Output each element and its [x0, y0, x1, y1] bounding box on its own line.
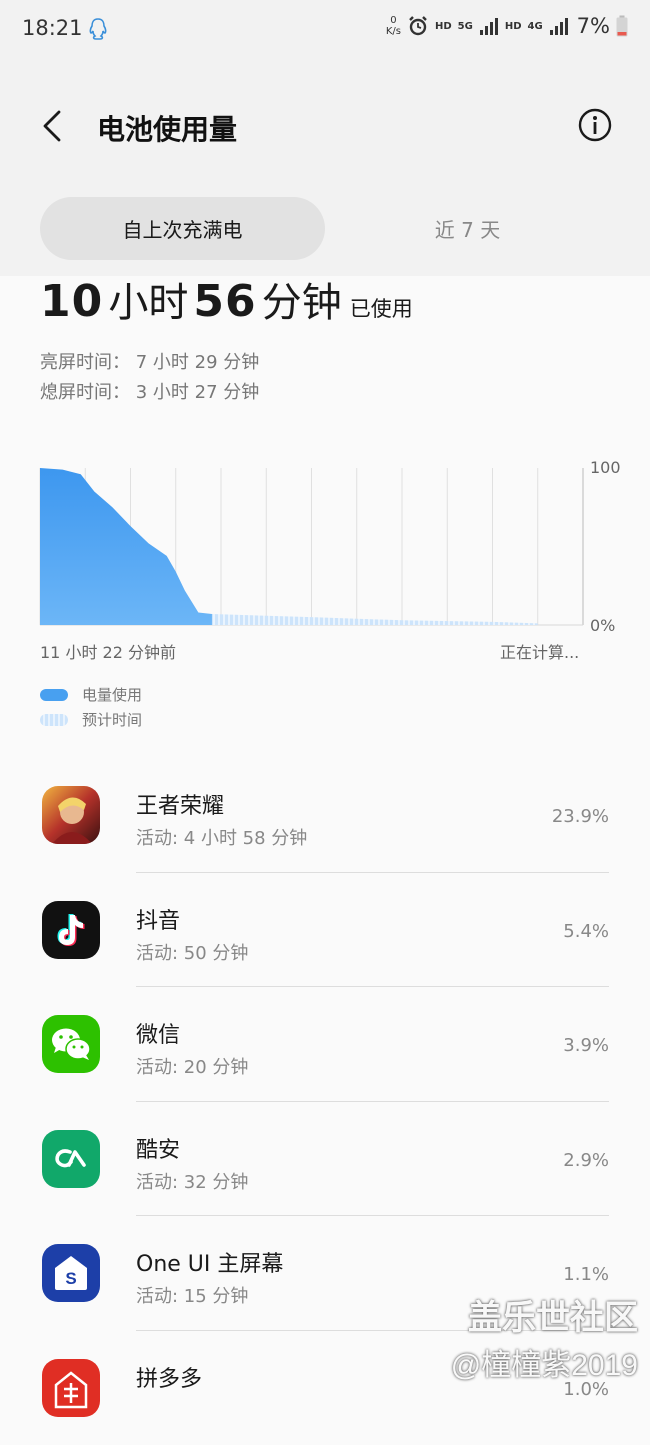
watermark-brand: 盖乐世社区	[468, 1290, 638, 1339]
estimate-area	[212, 614, 538, 625]
legend-item-usage: 电量使用	[40, 684, 142, 705]
coolapk-icon	[42, 1130, 100, 1188]
app-activity: 活动: 50 分钟	[136, 939, 248, 965]
legend-swatch-estimate	[40, 714, 68, 726]
signal-icon	[479, 16, 499, 36]
app-activity: 活动: 15 分钟	[136, 1282, 248, 1308]
app-activity: 活动: 20 分钟	[136, 1053, 248, 1079]
app-name: 酷安	[136, 1132, 180, 1164]
usage-hours: 10	[40, 276, 103, 327]
header: 电池使用量 自上次充满电 近 7 天	[0, 60, 650, 276]
app-percent: 23.9%	[552, 806, 609, 827]
app-percent: 2.9%	[563, 1150, 609, 1171]
app-row-wechat[interactable]: 微信 活动: 20 分钟 3.9%	[0, 987, 650, 1102]
legend-label-usage: 电量使用	[82, 684, 142, 705]
x-start-label: 11 小时 22 分钟前	[40, 639, 176, 663]
app-name: 微信	[136, 1017, 180, 1049]
app-row-coolapk[interactable]: 酷安 活动: 32 分钟 2.9%	[0, 1102, 650, 1217]
battery-chart: 100 0% 11 小时 22 分钟前 正在计算...	[0, 450, 650, 690]
pinduoduo-icon	[42, 1359, 100, 1417]
legend-swatch-usage	[40, 689, 68, 701]
tab-since-full-charge[interactable]: 自上次充满电	[40, 197, 325, 260]
douyin-icon	[42, 901, 100, 959]
back-arrow-icon[interactable]	[34, 106, 74, 146]
usage-minutes: 56	[193, 276, 256, 327]
battery-percent: 7%	[577, 14, 610, 38]
net-speed: 0 K/s	[386, 15, 401, 37]
app-percent: 3.9%	[563, 1035, 609, 1056]
status-bar: 18:21 0 K/s HD 5G HD 4G 7%	[0, 0, 650, 60]
battery-icon	[616, 15, 628, 37]
hd-label: HD	[435, 21, 452, 32]
app-activity: 活动: 32 分钟	[136, 1168, 248, 1194]
app-row-douyin[interactable]: 抖音 活动: 50 分钟 5.4%	[0, 873, 650, 988]
x-end-label: 正在计算...	[500, 639, 579, 663]
oneui-home-icon: S	[42, 1244, 100, 1302]
screen-off-time: 熄屏时间： 3 小时 27 分钟	[40, 378, 259, 404]
usage-area	[40, 468, 212, 625]
alarm-icon	[407, 15, 429, 37]
app-name: One UI 主屏幕	[136, 1246, 283, 1278]
page-title: 电池使用量	[97, 108, 237, 148]
wechat-icon	[42, 1015, 100, 1073]
usage-minutes-unit: 分钟	[262, 280, 342, 326]
app-name: 抖音	[136, 903, 180, 935]
legend-item-estimate: 预计时间	[40, 709, 142, 730]
usage-used-label: 已使用	[350, 297, 413, 321]
network-5g-label: 5G	[458, 21, 473, 32]
app-percent: 1.1%	[563, 1264, 609, 1285]
hd-label-2: HD	[505, 21, 522, 32]
app-name: 拼多多	[136, 1361, 202, 1393]
legend-label-estimate: 预计时间	[82, 709, 142, 730]
app-name: 王者荣耀	[136, 788, 224, 820]
y-tick-label-bottom: 0%	[590, 616, 615, 635]
network-4g-label: 4G	[528, 21, 543, 32]
usage-total: 10 小时 56 分钟已使用	[40, 270, 413, 328]
info-icon[interactable]	[577, 107, 613, 143]
period-tabs: 自上次充满电 近 7 天	[40, 197, 610, 260]
qq-icon	[88, 18, 108, 40]
watermark-author: @橦橦紫2019	[451, 1340, 638, 1384]
app-activity: 活动: 4 小时 58 分钟	[136, 824, 307, 850]
app-row-honor-of-kings[interactable]: 王者荣耀 活动: 4 小时 58 分钟 23.9%	[0, 758, 650, 873]
svg-text:S: S	[65, 1269, 76, 1288]
signal-icon-2	[549, 16, 569, 36]
honor-of-kings-icon	[42, 786, 100, 844]
usage-hours-unit: 小时	[108, 280, 188, 326]
y-tick-label-top: 100	[590, 458, 621, 477]
status-time: 18:21	[22, 16, 83, 40]
app-percent: 5.4%	[563, 921, 609, 942]
tab-last-7-days[interactable]: 近 7 天	[325, 197, 610, 260]
screen-on-time: 亮屏时间： 7 小时 29 分钟	[40, 348, 259, 374]
